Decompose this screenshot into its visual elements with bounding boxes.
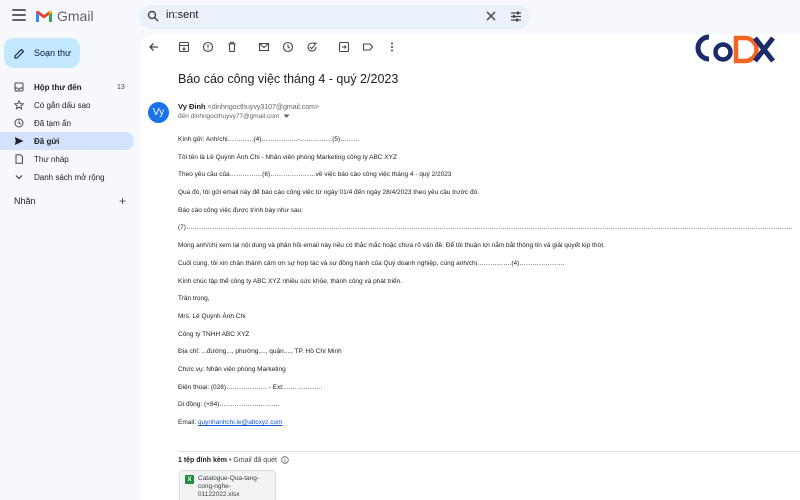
trash-icon[interactable] [226,41,238,53]
email-subject: Báo cáo công việc tháng 4 - quý 2/2023 [178,72,399,86]
chevron-down-icon [14,172,24,182]
main-menu-button[interactable] [12,9,26,21]
signature-email-line: Email: quynhanhchi.le@abcxyz.com [178,418,793,436]
move-to-icon[interactable] [338,41,350,53]
clear-search-icon[interactable] [485,10,497,22]
compose-label: Soạn thư [34,48,72,58]
sender-name[interactable]: Vy Đinh [178,102,206,111]
label-icon[interactable] [362,41,374,53]
body-line: Báo cáo công việc được trình bày như sau… [178,206,303,214]
search-bar[interactable] [139,5,530,29]
sidebar-nav: Hộp thư đến 13 Có gắn dấu sao Đã tạm ẩn … [0,78,134,186]
body-line: Di động: (+84)………………………. [178,401,280,409]
sidebar-item-label: Thư nháp [34,154,69,164]
body-line: Mong anh/chị xem lại nội dung và phản hồ… [178,242,605,250]
sidebar-item-label: Đã tạm ẩn [34,118,71,128]
excel-file-icon: X [185,475,194,484]
sidebar-item-inbox[interactable]: Hộp thư đến 13 [0,78,134,96]
info-icon[interactable] [281,456,289,464]
body-line: (7)…………………………………………………………………………………………………… [178,224,793,232]
sidebar-item-starred[interactable]: Có gắn dấu sao [0,96,134,114]
search-icon[interactable] [147,10,159,22]
body-line: Theo yêu cầu của……………(6)…………………về việc b… [178,171,452,179]
labels-title: Nhãn [14,196,36,206]
search-input[interactable] [166,9,466,21]
gmail-logo[interactable]: Gmail [35,8,94,24]
sidebar-item-label: Có gắn dấu sao [34,100,91,110]
add-task-icon[interactable] [306,41,318,53]
sender-info: Vy Đinh <dinhngocthuyvy3107@gmail.com> [178,102,319,111]
attachment-filename: Catalogue-Qua-tang-cong-nghe-01122022.xl… [198,475,260,498]
mark-unread-icon[interactable] [258,41,270,53]
clock-icon [14,118,24,128]
more-options-icon[interactable] [386,41,398,53]
body-line: Kính gửi: Anh/chị…………(4)……………..-……………(5)… [178,136,360,143]
email-body: Kính gửi: Anh/chị…………(4)……………..-……………(5)… [178,135,793,436]
sidebar-item-label: Danh sách mở rộng [34,172,105,182]
body-line: Công ty TNHH ABC XYZ [178,330,250,338]
sidebar-item-more[interactable]: Danh sách mở rộng [0,168,134,186]
recipient-line[interactable]: đến dinhngocthuyvy77@gmail.com [178,113,290,120]
add-label-button[interactable]: + [119,195,126,207]
attachment-card[interactable]: X Catalogue-Qua-tang-cong-nghe-01122022.… [179,470,276,500]
sidebar-item-snoozed[interactable]: Đã tạm ẩn [0,114,134,132]
body-line: Điện thoại: (028)………………. - Ext:……………… [178,383,323,391]
sidebar-item-sent[interactable]: Đã gửi [0,132,134,150]
gmail-m-icon [36,10,52,22]
body-line: Chức vụ: Nhân viên phòng Marketing [178,365,286,373]
send-icon [14,136,24,146]
codx-logo [695,34,775,64]
sidebar-item-drafts[interactable]: Thư nháp [0,150,134,168]
sender-email: <dinhngocthuyvy3107@gmail.com> [207,104,320,111]
back-arrow-icon[interactable] [148,41,160,53]
archive-icon[interactable] [178,41,190,53]
app-name: Gmail [57,8,94,24]
recipient: đến dinhngocthuyvy77@gmail.com [178,113,280,120]
labels-section: Nhãn + [14,195,126,207]
sidebar-item-label: Đã gửi [34,136,60,146]
body-line: Kính chúc tập thể công ty ABC XYZ nhiều … [178,277,403,285]
attachments-count: 1 tệp đính kèm [178,456,228,464]
body-line: Tôi tên là Lê Quỳnh Ánh Chi - Nhân viên … [178,153,397,161]
body-line: Mrs. Lê Quỳnh Ánh Chi [178,312,246,320]
pencil-icon [14,48,25,59]
scan-note: • Gmail đã quét [227,456,277,464]
caret-down-icon[interactable] [283,114,290,119]
inbox-count: 13 [117,83,125,91]
body-line: Trân trọng, [178,295,210,303]
search-options-icon[interactable] [510,11,522,22]
snooze-icon[interactable] [282,41,294,53]
signature-email-link[interactable]: quynhanhchi.le@abcxyz.com [198,419,283,426]
report-spam-icon[interactable] [202,41,214,53]
sidebar-item-label: Hộp thư đến [34,82,82,92]
body-line: Qua đó, tôi gửi email này để báo cáo côn… [178,189,479,197]
email-label: Email: [178,419,198,426]
compose-button[interactable]: Soạn thư [4,38,80,68]
email-view: Báo cáo công việc tháng 4 - quý 2/2023 V… [140,34,800,500]
attachments-header: 1 tệp đính kèm • Gmail đã quét [178,451,800,464]
avatar[interactable]: Vy [148,102,169,123]
body-line: Địa chỉ: ...đường..., phường...., quận..… [178,348,342,356]
body-line: Cuối cùng, tôi xin chân thành cảm ơn sự … [178,259,565,267]
draft-icon [14,154,24,164]
top-bar: Gmail [0,0,800,34]
star-icon [14,100,24,110]
inbox-icon [14,82,24,92]
